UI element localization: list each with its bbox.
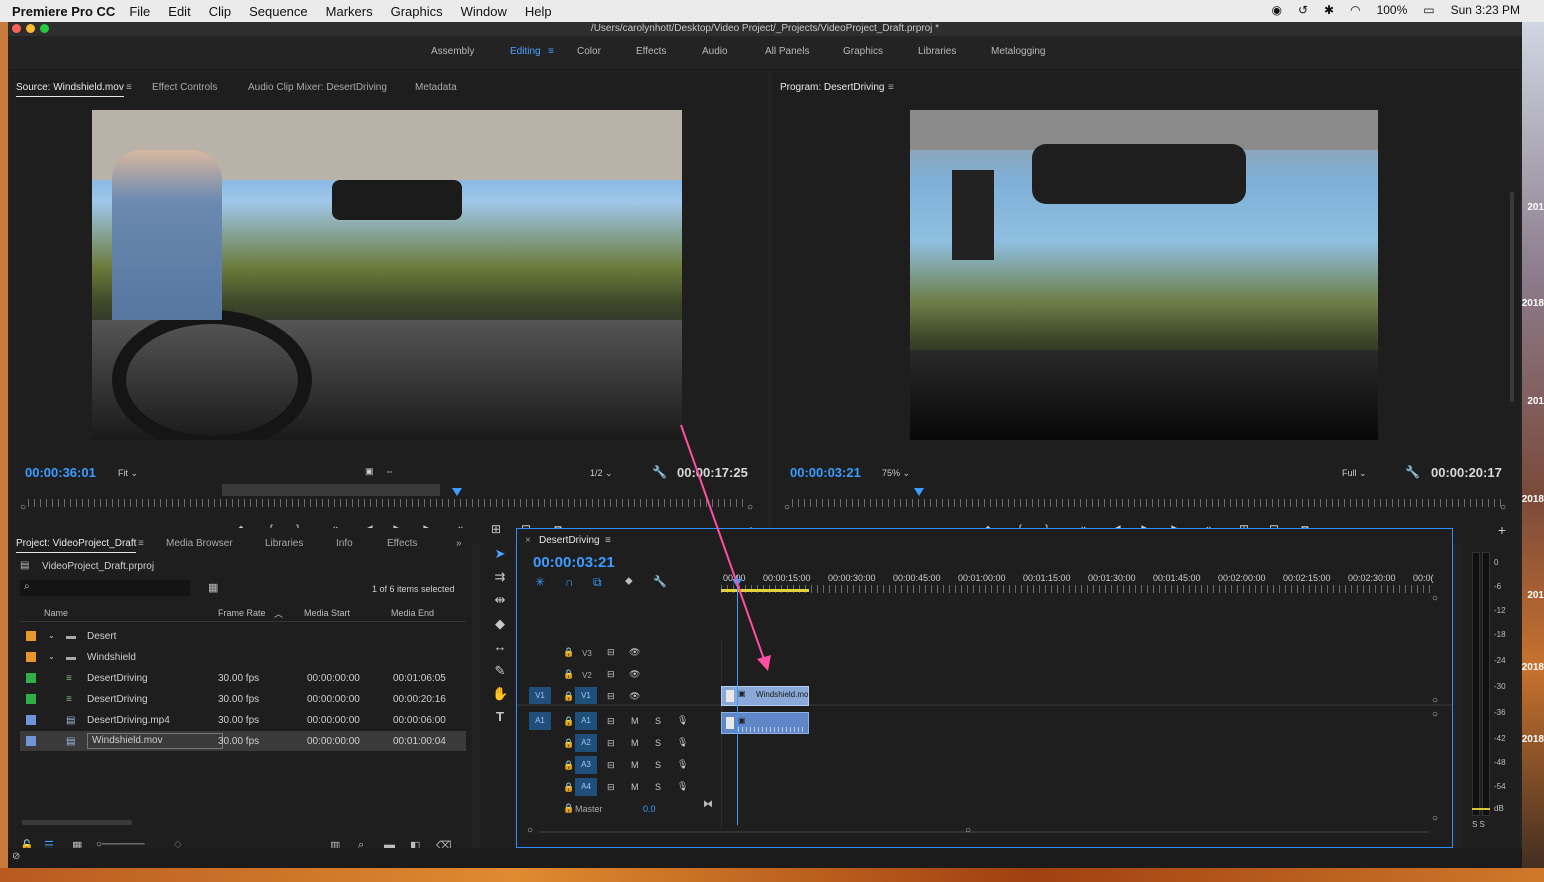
annotation-arrow-head: [757, 655, 771, 671]
annotation-arrow-line: [680, 424, 767, 666]
annotation-arrow: [680, 424, 771, 671]
